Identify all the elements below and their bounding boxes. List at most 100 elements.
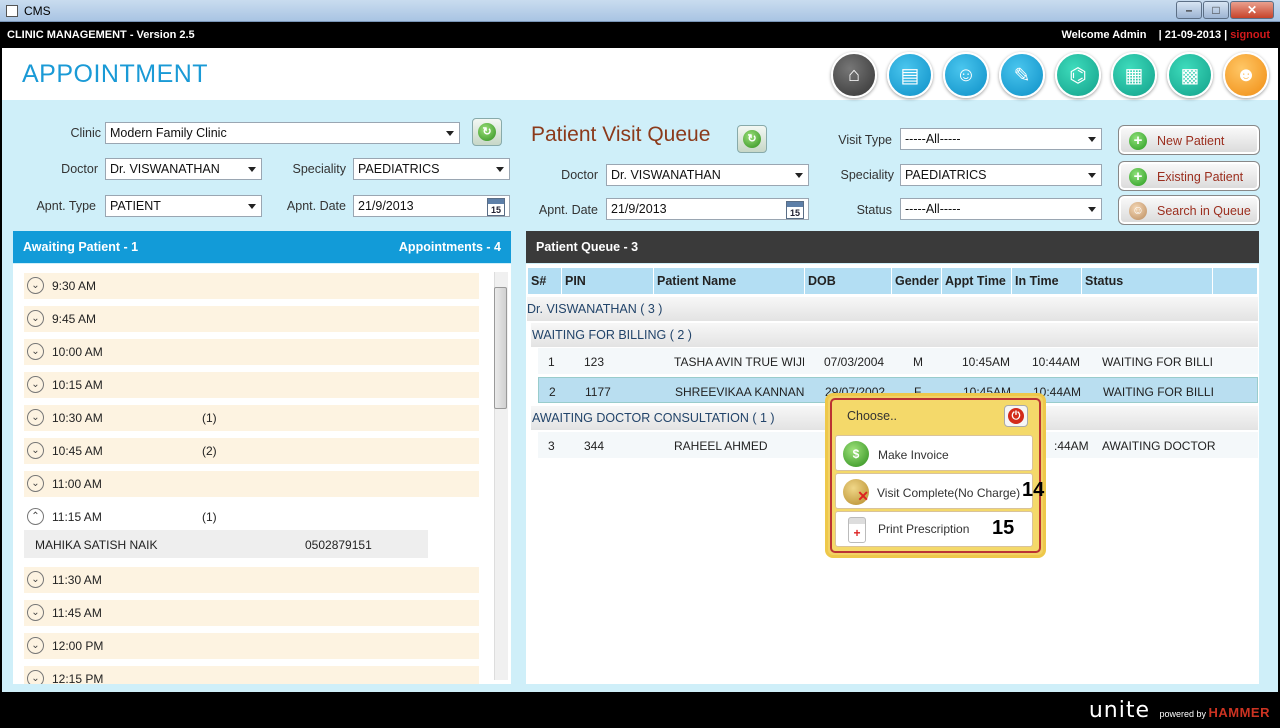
chevron-down-icon[interactable]: ⌄	[27, 670, 44, 684]
queue-count: Patient Queue - 3	[536, 240, 639, 254]
new-patient-button[interactable]: + New Patient	[1118, 125, 1260, 155]
maximize-button[interactable]: □	[1203, 1, 1229, 19]
visit-complete-label: Visit Complete(No Charge)	[877, 486, 1021, 500]
window-title: CMS	[24, 4, 51, 18]
visit-type-label: Visit Type	[838, 133, 892, 147]
list-item[interactable]: ⌄ 10:00 AM	[24, 339, 479, 365]
billing-group-row[interactable]: WAITING FOR BILLING ( 2 )	[531, 323, 1258, 347]
signout-link[interactable]: signout	[1230, 29, 1270, 41]
doctor-label: Doctor	[61, 162, 98, 176]
column-header[interactable]: Gender	[892, 268, 942, 294]
calendar-icon[interactable]: 15	[487, 198, 505, 216]
speciality-select[interactable]: PAEDIATRICS	[353, 158, 510, 180]
company-logo: HAMMER	[1208, 705, 1270, 720]
slot-count: (1)	[202, 411, 217, 425]
scanner-icon[interactable]: ⌬	[1055, 52, 1101, 98]
chevron-down-icon[interactable]: ⌄	[27, 475, 44, 492]
annotation-label-15: 15	[992, 517, 1015, 539]
chevron-down-icon[interactable]: ⌄	[27, 277, 44, 294]
status-value: -----All-----	[905, 202, 961, 216]
doctor-select[interactable]: Dr. VISWANATHAN	[105, 158, 262, 180]
list-item[interactable]: ⌄ 10:15 AM	[24, 372, 479, 398]
chevron-up-icon[interactable]: ⌃	[27, 508, 44, 525]
list-item[interactable]: ⌄ 10:30 AM (1)	[24, 405, 479, 431]
clinic-refresh-button[interactable]: ↻	[472, 118, 502, 146]
column-header[interactable]: Appt Time	[942, 268, 1012, 294]
nurse-icon[interactable]: ☺	[943, 52, 989, 98]
slot-time: 9:30 AM	[52, 279, 97, 293]
users-icon[interactable]: ☻	[1223, 52, 1269, 98]
table-row[interactable]: 1 123 TASHA AVIN TRUE WIJE 07/03/2004 M …	[538, 348, 1258, 374]
apnt-date-value: 21/9/2013	[358, 199, 414, 213]
column-header[interactable]: Patient Name	[654, 268, 805, 294]
no-charge-icon: ✕	[843, 479, 869, 505]
list-item[interactable]: ⌄ 11:30 AM	[24, 567, 479, 593]
search-queue-button[interactable]: ☺ Search in Queue	[1118, 195, 1260, 225]
chevron-down-icon[interactable]: ⌄	[27, 637, 44, 654]
make-invoice-button[interactable]: $ Make Invoice	[835, 435, 1033, 471]
document-icon[interactable]: ▦	[1111, 52, 1157, 98]
calendar-icon[interactable]: 15	[786, 201, 804, 219]
existing-patient-button[interactable]: + Existing Patient	[1118, 161, 1260, 191]
chevron-down-icon[interactable]: ⌄	[27, 343, 44, 360]
chevron-down-icon[interactable]: ⌄	[27, 310, 44, 327]
awaiting-header: Awaiting Patient - 1 Appointments - 4	[13, 231, 511, 263]
status-select[interactable]: -----All-----	[900, 198, 1102, 220]
notes-icon[interactable]: ▤	[887, 52, 933, 98]
list-item[interactable]: ⌄ 12:15 PM	[24, 666, 479, 684]
powered-by: powered by HAMMER	[1159, 705, 1270, 720]
list-item[interactable]: ⌃ 11:15 AM (1)	[24, 504, 479, 530]
column-header[interactable]: PIN	[562, 268, 654, 294]
queue-doctor-select[interactable]: Dr. VISWANATHAN	[606, 164, 809, 186]
cell-gender: M	[913, 355, 923, 369]
list-item[interactable]: ⌄ 12:00 PM	[24, 633, 479, 659]
close-button[interactable]: ✕	[1230, 1, 1274, 19]
slot-time: 10:30 AM	[52, 411, 103, 425]
edit-icon[interactable]: ✎	[999, 52, 1045, 98]
appointments-count: Appointments - 4	[398, 240, 501, 254]
queue-refresh-button[interactable]: ↻	[737, 125, 767, 153]
consultation-group-label: AWAITING DOCTOR CONSULTATION ( 1 )	[532, 411, 775, 425]
app-icon	[6, 5, 18, 17]
minimize-button[interactable]: –	[1176, 1, 1202, 19]
column-header[interactable]: Status	[1082, 268, 1213, 294]
clinic-select[interactable]: Modern Family Clinic	[105, 122, 460, 144]
visit-complete-button[interactable]: ✕ Visit Complete(No Charge)	[835, 473, 1033, 509]
chevron-down-icon	[1088, 137, 1096, 142]
chevron-down-icon[interactable]: ⌄	[27, 376, 44, 393]
chevron-down-icon[interactable]: ⌄	[27, 571, 44, 588]
column-header[interactable]: DOB	[805, 268, 892, 294]
chevron-down-icon	[248, 167, 256, 172]
apnt-type-select[interactable]: PATIENT	[105, 195, 262, 217]
slot-time: 12:15 PM	[52, 672, 104, 684]
apnt-date-input[interactable]: 21/9/2013 15	[353, 195, 510, 217]
cell-name: SHREEVIKAA KANNAN	[675, 385, 805, 399]
list-item[interactable]: ⌄ 11:45 AM	[24, 600, 479, 626]
visit-type-value: -----All-----	[905, 132, 961, 146]
list-item[interactable]: ⌄ 11:00 AM	[24, 471, 479, 497]
slot-time: 11:15 AM	[52, 510, 102, 524]
apnt-type-label: Apnt. Type	[36, 199, 96, 213]
calculator-icon[interactable]: ▩	[1167, 52, 1213, 98]
queue-speciality-select[interactable]: PAEDIATRICS	[900, 164, 1102, 186]
column-header[interactable]: S#	[528, 268, 562, 294]
chevron-down-icon[interactable]: ⌄	[27, 604, 44, 621]
speciality-label: Speciality	[292, 162, 347, 176]
popup-close-button[interactable]: ⏻	[1004, 405, 1028, 427]
list-item[interactable]: ⌄ 9:30 AM	[24, 273, 479, 299]
list-item[interactable]: ⌄ 10:45 AM (2)	[24, 438, 479, 464]
slot-time: 11:30 AM	[52, 573, 102, 587]
list-item[interactable]: ⌄ 9:45 AM	[24, 306, 479, 332]
chevron-down-icon	[795, 173, 803, 178]
doctor-group-row[interactable]: Dr. VISWANATHAN ( 3 )	[527, 297, 1258, 321]
make-invoice-label: Make Invoice	[878, 448, 949, 462]
chevron-down-icon[interactable]: ⌄	[27, 442, 44, 459]
chevron-down-icon[interactable]: ⌄	[27, 409, 44, 426]
column-header[interactable]: In Time	[1012, 268, 1082, 294]
visit-type-select[interactable]: -----All-----	[900, 128, 1102, 150]
apnt-type-value: PATIENT	[110, 199, 161, 213]
home-icon[interactable]: ⌂	[831, 52, 877, 98]
appointment-patient-row[interactable]: MAHIKA SATISH NAIK 0502879151	[24, 530, 428, 558]
queue-date-input[interactable]: 21/9/2013 15	[606, 198, 809, 220]
scrollbar-thumb[interactable]	[494, 287, 507, 409]
